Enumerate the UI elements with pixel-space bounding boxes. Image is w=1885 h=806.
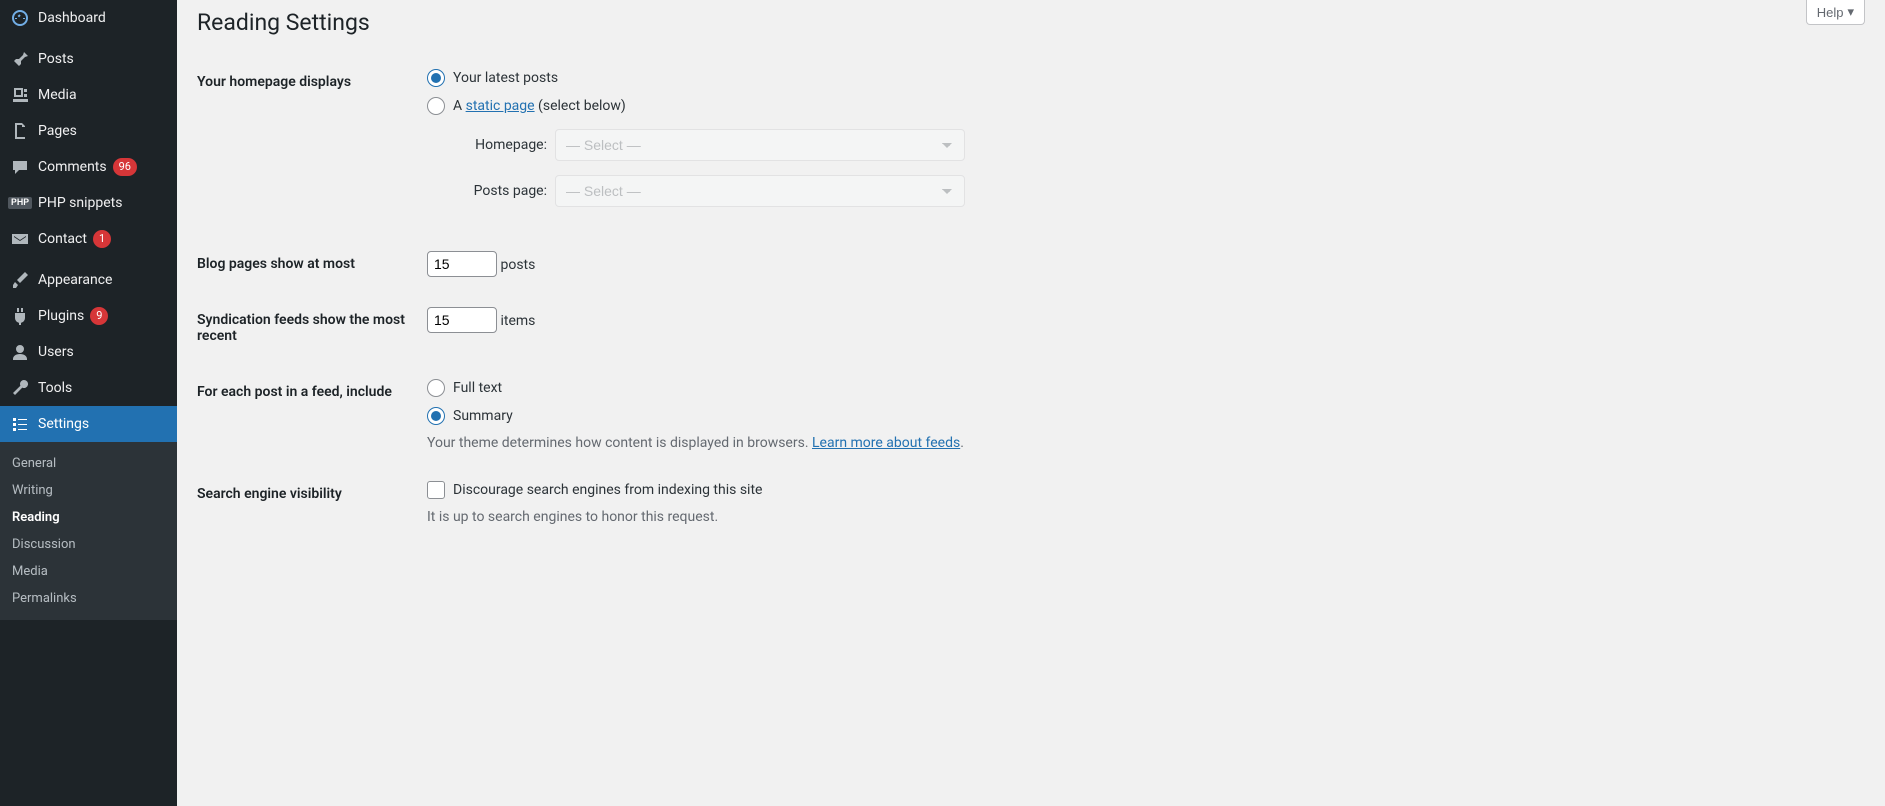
dashboard-icon (10, 8, 30, 28)
page-title: Reading Settings (197, 0, 1865, 40)
comment-icon (10, 157, 30, 177)
posts-per-page-suffix: posts (500, 257, 535, 273)
sidebar-item-label: Settings (38, 416, 89, 432)
help-label: Help (1817, 5, 1844, 20)
radio-latest-label: Your latest posts (453, 70, 558, 86)
help-button[interactable]: Help ▾ (1806, 0, 1865, 25)
sidebar-item-comments[interactable]: Comments 96 (0, 149, 177, 185)
sidebar-item-settings[interactable]: Settings (0, 406, 177, 442)
submenu-reading[interactable]: Reading (0, 504, 177, 531)
contact-badge: 1 (93, 230, 111, 248)
main-content: Help ▾ Reading Settings Your homepage di… (177, 0, 1885, 806)
sidebar-item-users[interactable]: Users (0, 334, 177, 370)
brush-icon (10, 270, 30, 290)
posts-per-page-heading: Blog pages show at most (197, 236, 417, 292)
mail-icon (10, 229, 30, 249)
sidebar-item-label: Dashboard (38, 10, 106, 26)
search-visibility-label: Discourage search engines from indexing … (453, 482, 762, 498)
homepage-displays-heading: Your homepage displays (197, 54, 417, 236)
sidebar-item-label: Tools (38, 380, 72, 396)
sidebar-item-pages[interactable]: Pages (0, 113, 177, 149)
plugin-icon (10, 306, 30, 326)
sidebar-item-plugins[interactable]: Plugins 9 (0, 298, 177, 334)
pin-icon (10, 49, 30, 69)
sidebar-item-label: Pages (38, 123, 77, 139)
sidebar-item-label: Appearance (38, 272, 112, 288)
sidebar-item-media[interactable]: Media (0, 77, 177, 113)
settings-icon (10, 414, 30, 434)
sidebar-item-posts[interactable]: Posts (0, 41, 177, 77)
static-prefix: A (453, 98, 466, 114)
homepage-select-label: Homepage: (447, 137, 547, 153)
sidebar-item-label: Plugins (38, 308, 84, 324)
sidebar-item-php-snippets[interactable]: PHP PHP snippets (0, 185, 177, 221)
sidebar-item-contact[interactable]: Contact 1 (0, 221, 177, 257)
postspage-select[interactable]: — Select — (555, 175, 965, 207)
search-visibility-note: It is up to search engines to honor this… (427, 509, 1855, 525)
sidebar-item-label: PHP snippets (38, 195, 122, 211)
page-icon (10, 121, 30, 141)
homepage-select[interactable]: — Select — (555, 129, 965, 161)
media-icon (10, 85, 30, 105)
search-visibility-heading: Search engine visibility (197, 466, 417, 540)
submenu-permalinks[interactable]: Permalinks (0, 585, 177, 612)
caret-down-icon: ▾ (1847, 4, 1854, 20)
feed-desc-suffix: . (960, 435, 964, 451)
submenu-general[interactable]: General (0, 450, 177, 477)
settings-submenu: General Writing Reading Discussion Media… (0, 442, 177, 620)
plugins-badge: 9 (90, 307, 108, 325)
sidebar-item-label: Posts (38, 51, 74, 67)
postspage-select-label: Posts page: (447, 183, 547, 199)
admin-sidebar: Dashboard Posts Media Pages Comments 96 … (0, 0, 177, 806)
sidebar-item-label: Media (38, 87, 77, 103)
syndication-input[interactable] (427, 307, 497, 333)
feed-description: Your theme determines how content is dis… (427, 435, 1855, 451)
php-icon: PHP (10, 193, 30, 213)
radio-summary[interactable] (427, 407, 445, 425)
feed-desc-prefix: Your theme determines how content is dis… (427, 435, 812, 451)
comments-badge: 96 (113, 158, 137, 176)
sidebar-item-appearance[interactable]: Appearance (0, 262, 177, 298)
static-suffix: (select below) (535, 98, 626, 114)
static-page-link[interactable]: static page (466, 98, 535, 114)
sidebar-item-dashboard[interactable]: Dashboard (0, 0, 177, 36)
learn-more-feeds-link[interactable]: Learn more about feeds (812, 435, 960, 451)
sidebar-item-label: Comments (38, 159, 107, 175)
sidebar-item-label: Contact (38, 231, 87, 247)
radio-full-text-label: Full text (453, 380, 502, 396)
submenu-writing[interactable]: Writing (0, 477, 177, 504)
wrench-icon (10, 378, 30, 398)
sidebar-item-label: Users (38, 344, 74, 360)
posts-per-page-input[interactable] (427, 251, 497, 277)
radio-summary-label: Summary (453, 408, 513, 424)
user-icon (10, 342, 30, 362)
submenu-media[interactable]: Media (0, 558, 177, 585)
syndication-suffix: items (500, 313, 535, 329)
submenu-discussion[interactable]: Discussion (0, 531, 177, 558)
feed-content-heading: For each post in a feed, include (197, 364, 417, 466)
radio-full-text[interactable] (427, 379, 445, 397)
settings-form: Your homepage displays Your latest posts… (197, 54, 1865, 540)
syndication-heading: Syndication feeds show the most recent (197, 292, 417, 364)
sidebar-item-tools[interactable]: Tools (0, 370, 177, 406)
radio-latest-posts[interactable] (427, 69, 445, 87)
radio-static-page[interactable] (427, 97, 445, 115)
radio-static-label: A static page (select below) (453, 98, 626, 114)
search-visibility-checkbox[interactable] (427, 481, 445, 499)
